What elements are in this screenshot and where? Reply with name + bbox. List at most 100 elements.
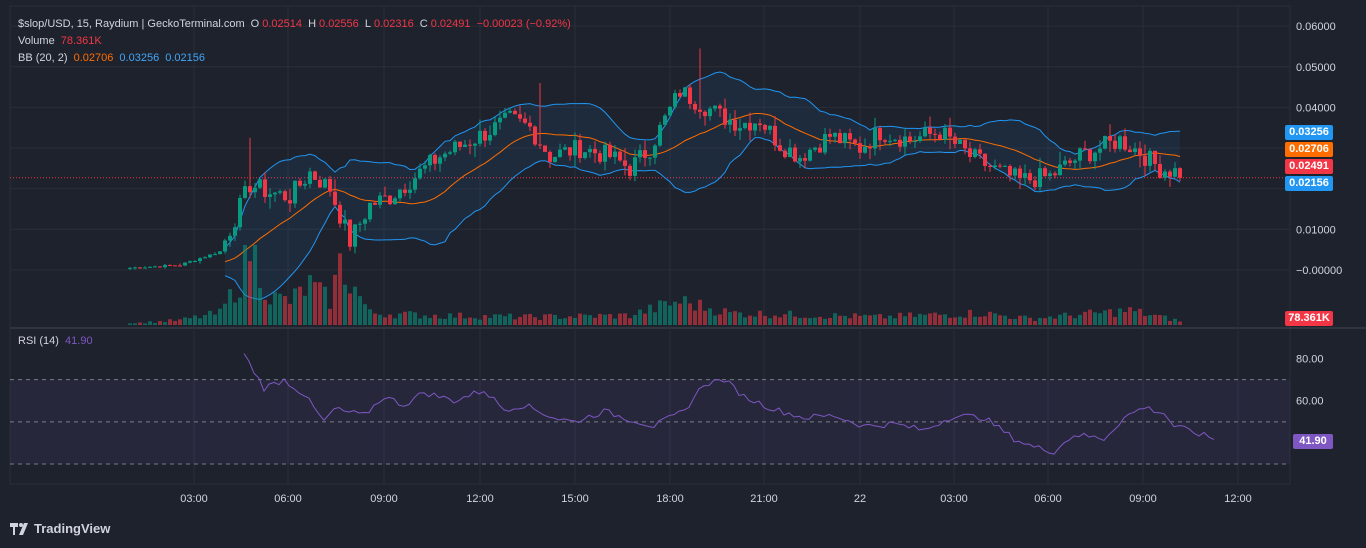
volume-bar [968,309,972,325]
candle-body [313,171,317,180]
volume-bar [703,310,707,325]
candle-body [403,189,407,193]
legend-bb[interactable]: BB (20, 2) 0.02706 0.03256 0.02156 [18,50,208,66]
candle-body [343,219,347,224]
volume-bar [1003,315,1007,325]
volume-bar [598,313,602,325]
volume-bar [238,297,242,325]
volume-bar [248,261,252,325]
candle-body [338,204,342,224]
volume-bar [993,313,997,325]
tradingview-logo[interactable]: TradingView [10,521,110,536]
legend-o-label: O [250,18,260,30]
candle-body [938,134,942,140]
candle-body [753,123,757,131]
volume-bar [223,303,227,325]
volume-bar [298,286,302,325]
candle-body [858,143,862,153]
legend-rsi[interactable]: RSI (14) 41.90 [18,333,96,349]
volume-bar [458,312,462,325]
legend-change: −0.00023 (−0.92%) [476,18,571,30]
candle-body [1123,136,1127,150]
candle-body [168,264,172,266]
chart-canvas[interactable]: 0.06000 0.05000 0.04000 0.01000 −0.00000 03:0… [0,0,1366,548]
volume-bar [583,314,587,325]
volume-bar [763,315,767,325]
candle-body [673,93,677,107]
candle-body [618,151,622,161]
candle-body [578,140,582,159]
candle-body [1023,173,1027,178]
candle-body [428,155,432,166]
time-tick-label: 22 [854,493,866,505]
candle-body [648,157,652,159]
volume-bar [768,318,772,325]
volume-bar [1063,312,1067,325]
tradingview-icon [10,522,28,535]
candle-body [988,165,992,168]
candle-body [308,171,312,184]
volume-bar [503,316,507,325]
volume-bar [618,313,622,325]
candle-body [1068,160,1072,163]
volume-bar [128,323,132,325]
volume-bar [713,315,717,325]
tradingview-brand: TradingView [34,521,111,536]
candle-body [413,178,417,190]
candle-body [1108,136,1112,141]
volume-bar [943,314,947,325]
candle-body [973,149,977,157]
candle-body [1003,165,1007,167]
volume-bar [633,314,637,325]
volume-bar [393,318,397,325]
volume-bar [798,318,802,325]
candle-body [378,195,382,205]
volume-bar [788,310,792,325]
volume-bar [963,317,967,325]
volume-bar [593,317,597,325]
legend-symbol[interactable]: $slop/USD, 15, Raydium | GeckoTerminal.c… [18,18,245,30]
volume-bar [163,322,167,325]
candle-body [908,136,912,142]
time-tick-label: 12:00 [1224,493,1252,505]
volume-bar [778,317,782,325]
volume-bar [1138,308,1142,325]
volume-bar [678,303,682,325]
candle-body [368,202,372,220]
volume-bar [498,314,502,325]
bb-mid-value: 0.02706 [73,52,114,64]
legend-volume[interactable]: Volume 78.361K [18,33,105,49]
candle-body [383,195,387,197]
candle-body [333,191,337,205]
volume-bar [1153,314,1157,325]
candle-body [628,165,632,176]
candle-body [683,87,687,97]
candle-body [193,261,197,263]
volume-bar [1118,308,1122,325]
candle-body [173,265,177,267]
volume-bar [353,286,357,325]
volume-bar [893,318,897,325]
volume-bar [628,318,632,325]
volume-bar [933,312,937,325]
volume-bar [1143,315,1147,325]
candle-body [258,179,262,188]
volume-bar [983,316,987,325]
volume-bar [833,313,837,325]
candle-body [843,133,847,144]
candle-body [953,136,957,144]
candle-body [1098,148,1102,153]
candle-body [598,153,602,162]
candle-body [538,144,542,146]
candle-body [668,106,672,116]
volume-bar [758,310,762,325]
tag-volume: 78.361K [1285,311,1333,326]
candle-body [688,87,692,104]
candle-body [1173,168,1177,177]
volume-bar [348,293,352,325]
volume-bar [313,282,317,325]
volume-bar [568,316,572,325]
candle-body [763,125,767,130]
volume-bar [543,314,547,325]
candle-body [353,224,357,247]
